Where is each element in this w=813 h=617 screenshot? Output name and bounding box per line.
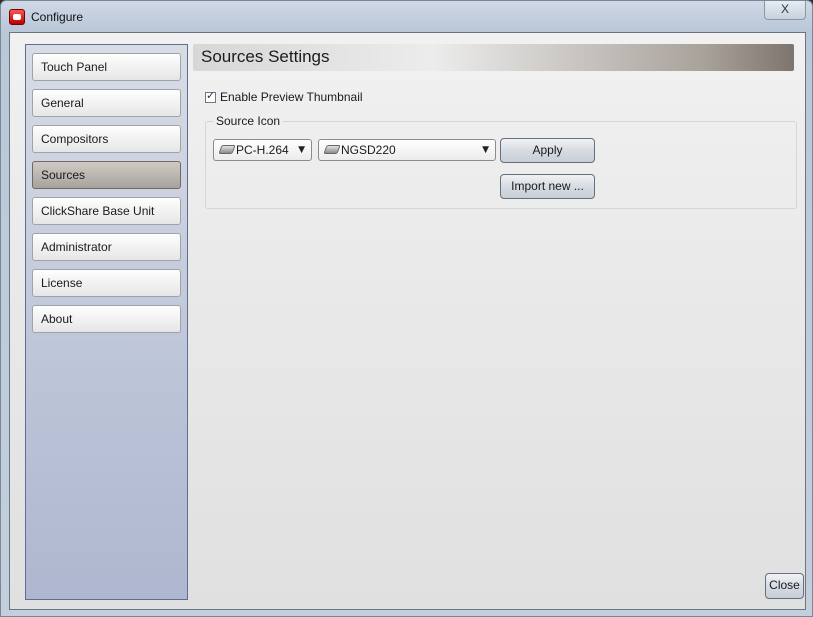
- app-icon: [9, 9, 25, 25]
- configure-window: Configure X Touch Panel General Composit…: [0, 0, 813, 617]
- device-icon: [218, 145, 236, 154]
- sidebar-item-about[interactable]: About: [32, 305, 181, 333]
- import-new-button[interactable]: Import new ...: [500, 174, 595, 199]
- preview-thumbnail-label: Enable Preview Thumbnail: [220, 90, 363, 104]
- codec-dropdown[interactable]: PC-H.264 ▼: [213, 139, 312, 161]
- title-bar[interactable]: Configure X: [1, 1, 812, 33]
- sidebar-item-license[interactable]: License: [32, 269, 181, 297]
- apply-button[interactable]: Apply: [500, 138, 595, 163]
- source-dropdown-value: NGSD220: [341, 143, 396, 157]
- sidebar-item-general[interactable]: General: [32, 89, 181, 117]
- sidebar-item-sources[interactable]: Sources: [32, 161, 181, 189]
- chevron-down-icon: ▼: [482, 145, 489, 155]
- page-title: Sources Settings: [201, 47, 330, 66]
- sidebar-item-clickshare-base-unit[interactable]: ClickShare Base Unit: [32, 197, 181, 225]
- window-title: Configure: [31, 10, 84, 24]
- device-icon: [323, 145, 341, 154]
- preview-thumbnail-checkbox[interactable]: [205, 89, 216, 103]
- sidebar-item-compositors[interactable]: Compositors: [32, 125, 181, 153]
- source-icon-legend: Source Icon: [213, 114, 284, 128]
- codec-dropdown-value: PC-H.264: [236, 143, 289, 157]
- content-header: Sources Settings: [193, 44, 794, 71]
- source-dropdown[interactable]: NGSD220 ▼: [318, 139, 496, 161]
- client-area: Touch Panel General Compositors Sources …: [9, 32, 806, 610]
- sidebar-item-administrator[interactable]: Administrator: [32, 233, 181, 261]
- sidebar: Touch Panel General Compositors Sources …: [25, 44, 188, 600]
- window-close-button[interactable]: X: [764, 1, 806, 20]
- sidebar-item-touch-panel[interactable]: Touch Panel: [32, 53, 181, 81]
- close-button[interactable]: Close: [765, 573, 804, 599]
- preview-thumbnail-option[interactable]: Enable Preview Thumbnail: [205, 89, 363, 106]
- chevron-down-icon: ▼: [298, 145, 305, 155]
